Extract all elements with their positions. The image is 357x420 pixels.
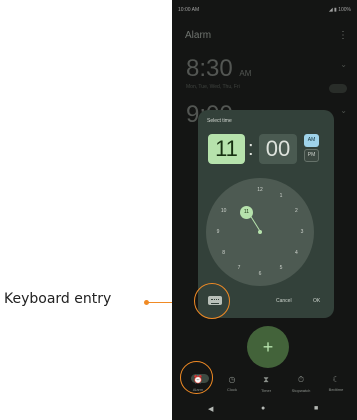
tab-label: Stopwatch	[291, 388, 311, 393]
dialog-label: Select time	[207, 118, 232, 124]
clock-dial[interactable]: 11 12 1 2 3 4 5 6 7 8 9 10	[206, 178, 314, 286]
callout-label: Keyboard entry	[4, 291, 112, 307]
clock-number[interactable]: 12	[253, 185, 267, 195]
stopwatch-icon: ⏱	[297, 375, 305, 384]
clock-number[interactable]: 1	[274, 191, 288, 201]
add-icon: +	[262, 337, 274, 357]
tab-timer[interactable]: ⧗ Timer	[250, 368, 282, 393]
tab-label: Timer	[260, 388, 272, 393]
home-icon[interactable]: ●	[261, 405, 265, 412]
minute-field[interactable]: 00	[259, 134, 297, 164]
time-separator: :	[248, 138, 254, 160]
tab-clock[interactable]: ◷ Clock	[216, 368, 248, 392]
clock-number[interactable]: 9	[211, 227, 225, 237]
tab-stopwatch[interactable]: ⏱ Stopwatch	[285, 368, 317, 393]
timer-icon: ⧗	[263, 375, 269, 384]
bedtime-icon: ☾	[332, 375, 340, 384]
callout-dot	[144, 300, 149, 305]
cancel-button[interactable]: Cancel	[276, 298, 292, 304]
recents-icon[interactable]: ■	[314, 405, 318, 412]
clock-number[interactable]: 2	[289, 206, 303, 216]
alarm-tab-highlight-ring	[180, 361, 213, 394]
pm-toggle[interactable]: PM	[304, 149, 319, 162]
clock-number[interactable]: 8	[217, 248, 231, 258]
clock-center	[258, 230, 262, 234]
add-alarm-button[interactable]: +	[247, 326, 289, 368]
clock-number[interactable]: 6	[253, 269, 267, 279]
hour-field[interactable]: 11	[208, 134, 245, 164]
tab-label: Bedtime	[328, 387, 344, 392]
system-nav-bar: ◀ ● ■	[172, 405, 357, 420]
clock-icon: ◷	[228, 375, 236, 384]
tab-bedtime[interactable]: ☾ Bedtime	[320, 368, 352, 392]
phone-screen: 10:00 AM ◢ ▮ 100% Alarm ⋮ 8:30 AM ⌄ Mon,…	[172, 0, 357, 420]
clock-number[interactable]: 7	[232, 263, 246, 273]
back-icon[interactable]: ◀	[208, 405, 213, 413]
am-toggle[interactable]: AM	[304, 134, 319, 147]
selected-hour[interactable]: 11	[240, 206, 253, 219]
clock-number[interactable]: 5	[274, 263, 288, 273]
clock-number[interactable]: 4	[289, 248, 303, 258]
clock-number[interactable]: 3	[295, 227, 309, 237]
ok-button[interactable]: OK	[313, 298, 320, 304]
keyboard-highlight-ring	[194, 283, 230, 319]
tab-label: Clock	[226, 387, 237, 392]
clock-number[interactable]: 10	[217, 206, 231, 216]
